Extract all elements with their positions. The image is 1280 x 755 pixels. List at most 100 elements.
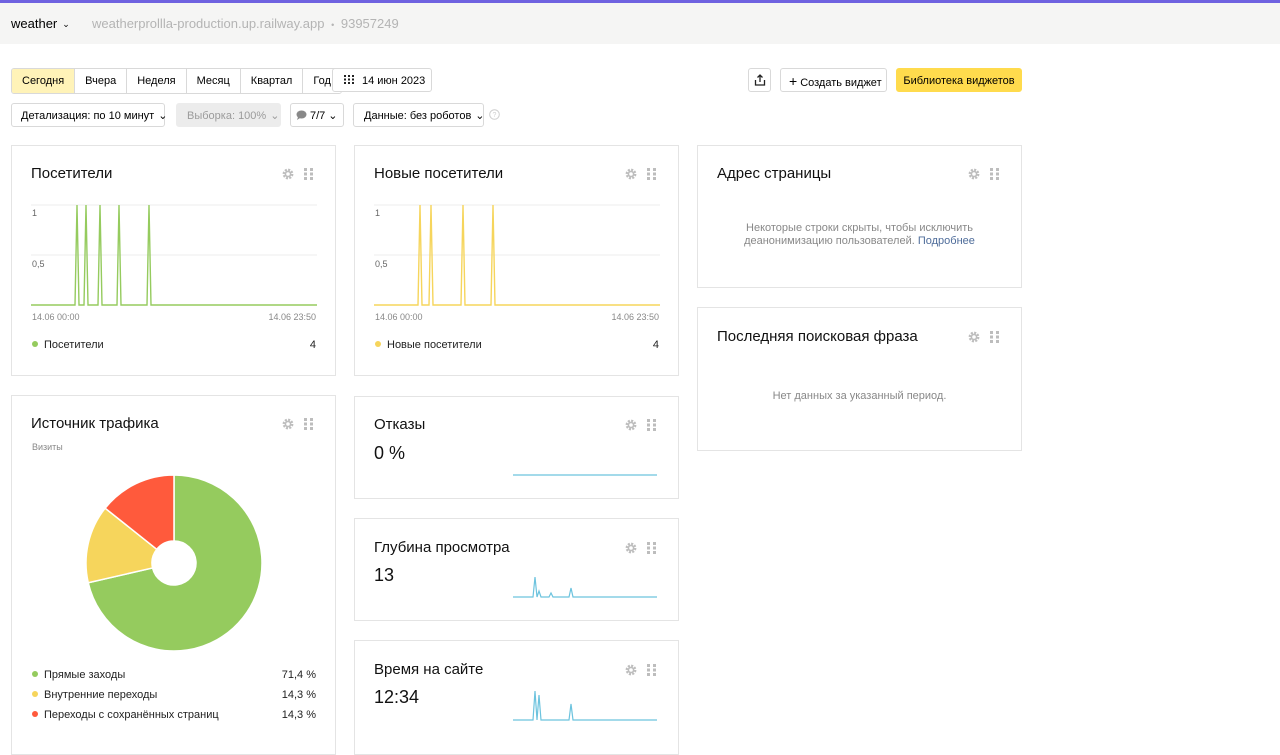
legend-label: Новые посетители — [387, 339, 482, 351]
widget-library-button[interactable]: Библиотека виджетов — [896, 68, 1022, 92]
visitors-chart — [31, 204, 317, 306]
gear-icon[interactable] — [281, 417, 295, 431]
chevron-down-icon: ⌄ — [328, 110, 338, 122]
more-link[interactable]: Подробнее — [918, 235, 975, 247]
drag-handle-icon[interactable] — [304, 168, 313, 180]
x-end-label: 14.06 23:50 — [611, 312, 659, 322]
gear-icon[interactable] — [624, 418, 638, 432]
bounces-widget: Отказы 0 % — [354, 396, 679, 499]
legend-total: 4 — [309, 339, 316, 351]
period-week[interactable]: Неделя — [126, 69, 186, 93]
separator-dot: • — [331, 20, 335, 30]
attribution-dropdown[interactable]: 7/7 ⌄ — [290, 103, 344, 127]
legend-dot — [375, 341, 381, 347]
period-selector: Сегодня Вчера Неделя Месяц Квартал Год — [11, 68, 342, 94]
period-month[interactable]: Месяц — [185, 69, 240, 93]
create-widget-button[interactable]: + Создать виджет — [780, 68, 887, 92]
metric-value: 0 % — [374, 443, 406, 463]
chat-bubble-icon — [296, 110, 307, 120]
widget-title: Глубина просмотра — [374, 539, 510, 556]
legend-dot — [32, 341, 38, 347]
hidden-rows-note: Некоторые строки скрыты, чтобы исключить… — [698, 222, 1021, 248]
drag-handle-icon[interactable] — [990, 168, 999, 180]
x-start-label: 14.06 00:00 — [32, 312, 80, 322]
gear-icon[interactable] — [281, 167, 295, 181]
period-quarter[interactable]: Квартал — [239, 69, 303, 93]
gear-icon[interactable] — [624, 167, 638, 181]
detail-label: Детализация: по 10 минут — [21, 110, 155, 122]
detail-dropdown[interactable]: Детализация: по 10 минут ⌄ — [11, 103, 168, 127]
time-on-site-widget: Время на сайте 12:34 — [354, 640, 679, 755]
counter-selector[interactable]: weather ⌄ — [11, 16, 70, 31]
gear-icon[interactable] — [967, 330, 981, 344]
plus-icon: + — [789, 73, 798, 89]
gear-icon[interactable] — [967, 167, 981, 181]
drag-handle-icon[interactable] — [304, 418, 313, 430]
legend-item[interactable]: Посетители — [32, 339, 104, 351]
metric-value: 13 — [374, 565, 395, 585]
visitors-widget: Посетители 1 0,5 14.06 00:00 14.06 23:50… — [11, 145, 336, 376]
period-yesterday[interactable]: Вчера — [74, 69, 127, 93]
legend-item-internal[interactable]: Внутренние переходы — [32, 689, 157, 701]
x-start-label: 14.06 00:00 — [375, 312, 423, 322]
time-sparkline — [513, 690, 657, 721]
no-data-note: Нет данных за указанный период. — [772, 390, 947, 402]
chevron-down-icon: ⌄ — [158, 110, 168, 122]
widget-title: Время на сайте — [374, 661, 484, 678]
legend-item-direct[interactable]: Прямые заходы — [32, 669, 125, 681]
widget-title: Последняя поисковая фраза — [717, 328, 918, 345]
counter-name: weather — [11, 16, 58, 31]
date-label: 14 июн 2023 — [362, 75, 426, 87]
widget-title: Адрес страницы — [717, 165, 832, 182]
last-search-widget: Последняя поисковая фраза Нет данных за … — [697, 307, 1022, 451]
legend-item-saved[interactable]: Переходы с сохранённых страниц — [32, 709, 219, 721]
period-today[interactable]: Сегодня — [12, 69, 75, 93]
x-end-label: 14.06 23:50 — [268, 312, 316, 322]
widget-title: Источник трафика — [31, 415, 159, 432]
data-dropdown[interactable]: Данные: без роботов ⌄ — [353, 103, 485, 127]
new-visitors-widget: Новые посетители 1 0,5 14.06 00:00 14.06… — [354, 145, 679, 376]
site-url: weatherprollla-production.up.railway.app — [92, 16, 325, 31]
attribution-label: 7/7 — [310, 110, 326, 122]
data-label: Данные: без роботов — [364, 110, 472, 122]
widget-tools — [281, 167, 317, 181]
widget-title: Посетители — [31, 165, 113, 182]
gear-icon[interactable] — [624, 541, 638, 555]
drag-handle-icon[interactable] — [647, 168, 656, 180]
depth-widget: Глубина просмотра 13 — [354, 518, 679, 621]
share-icon — [754, 74, 766, 86]
legend-dot — [32, 691, 38, 697]
chevron-down-icon: ⌄ — [270, 110, 280, 122]
date-picker-button[interactable]: 14 июн 2023 — [332, 68, 432, 92]
gear-icon[interactable] — [624, 663, 638, 677]
legend-label: Переходы с сохранённых страниц — [44, 709, 219, 721]
traffic-source-widget: Источник трафика Визиты Прямые заходы 71… — [11, 395, 336, 755]
widget-tools — [624, 663, 660, 677]
drag-handle-icon[interactable] — [990, 331, 999, 343]
widget-library-label: Библиотека виджетов — [903, 75, 1015, 87]
widget-tools — [967, 330, 1003, 344]
counter-header: weather ⌄ weatherprollla-production.up.ra… — [0, 3, 1280, 44]
note-line-2: деанонимизацию пользователей. — [744, 235, 915, 247]
legend-label: Прямые заходы — [44, 669, 126, 681]
legend-dot — [32, 711, 38, 717]
new-visitors-chart — [374, 204, 660, 306]
widget-tools — [281, 417, 317, 431]
note-line-1: Некоторые строки скрыты, чтобы исключить — [746, 222, 973, 234]
widget-title: Новые посетители — [374, 165, 504, 182]
legend-total: 4 — [652, 339, 659, 351]
export-button[interactable] — [748, 68, 771, 92]
counter-id: 93957249 — [340, 16, 399, 31]
calendar-icon — [344, 75, 354, 84]
legend-item[interactable]: Новые посетители — [375, 339, 482, 351]
chevron-down-icon: ⌄ — [62, 19, 70, 29]
legend-label: Посетители — [44, 339, 104, 351]
widget-tools — [624, 418, 660, 432]
legend-value: 71,4 % — [281, 669, 316, 681]
depth-sparkline — [513, 576, 657, 598]
drag-handle-icon[interactable] — [647, 664, 656, 676]
metric-value: 12:34 — [374, 687, 420, 707]
help-icon[interactable]: ? — [489, 109, 500, 120]
drag-handle-icon[interactable] — [647, 542, 656, 554]
drag-handle-icon[interactable] — [647, 419, 656, 431]
